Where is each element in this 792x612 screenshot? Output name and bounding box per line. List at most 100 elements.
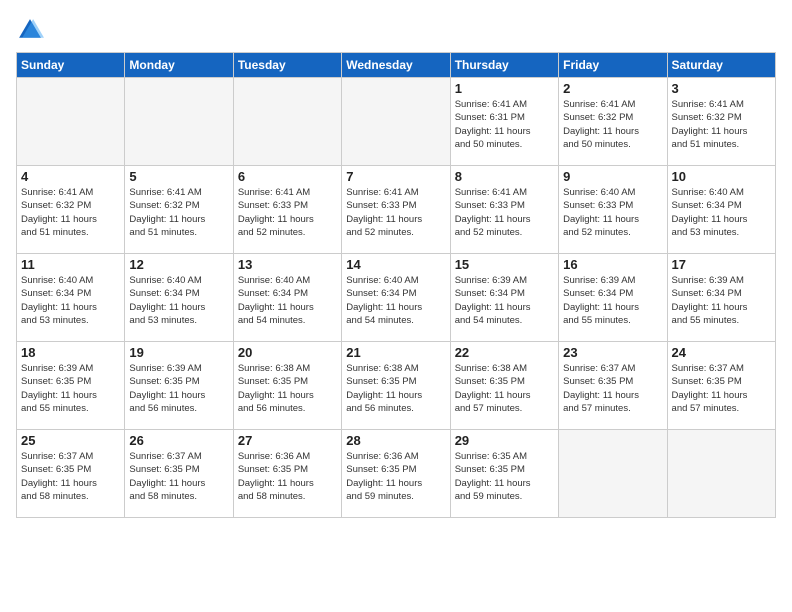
day-info: Sunrise: 6:39 AMSunset: 6:34 PMDaylight:… — [455, 274, 554, 327]
week-row: 18 Sunrise: 6:39 AMSunset: 6:35 PMDayligh… — [17, 342, 776, 430]
day-info: Sunrise: 6:41 AMSunset: 6:32 PMDaylight:… — [129, 186, 228, 239]
day-number: 28 — [346, 433, 445, 448]
day-info: Sunrise: 6:41 AMSunset: 6:32 PMDaylight:… — [21, 186, 120, 239]
day-number: 2 — [563, 81, 662, 96]
day-cell: 27Sunrise: 6:36 AMSunset: 6:35 PMDayligh… — [233, 430, 341, 518]
day-cell: 24 Sunrise: 6:37 AMSunset: 6:35 PMDayligh… — [667, 342, 775, 430]
weekday-row: SundayMondayTuesdayWednesdayThursdayFrid… — [17, 53, 776, 78]
day-number: 22 — [455, 345, 554, 360]
day-cell: 8 Sunrise: 6:41 AMSunset: 6:33 PMDaylight… — [450, 166, 558, 254]
day-info: Sunrise: 6:39 AMSunset: 6:35 PMDaylight:… — [21, 362, 120, 415]
day-number: 7 — [346, 169, 445, 184]
day-number: 11 — [21, 257, 120, 272]
day-info: Sunrise: 6:41 AMSunset: 6:31 PMDaylight:… — [455, 98, 554, 151]
day-number: 25 — [21, 433, 120, 448]
day-cell: 12 Sunrise: 6:40 AMSunset: 6:34 PMDayligh… — [125, 254, 233, 342]
week-row: 4 Sunrise: 6:41 AMSunset: 6:32 PMDaylight… — [17, 166, 776, 254]
day-cell: 17 Sunrise: 6:39 AMSunset: 6:34 PMDayligh… — [667, 254, 775, 342]
day-number: 18 — [21, 345, 120, 360]
day-info: Sunrise: 6:36 AMSunset: 6:35 PMDaylight:… — [238, 450, 337, 503]
day-info: Sunrise: 6:41 AMSunset: 6:32 PMDaylight:… — [672, 98, 771, 151]
day-info: Sunrise: 6:37 AMSunset: 6:35 PMDaylight:… — [563, 362, 662, 415]
day-info: Sunrise: 6:41 AMSunset: 6:33 PMDaylight:… — [238, 186, 337, 239]
day-number: 1 — [455, 81, 554, 96]
empty-cell — [667, 430, 775, 518]
day-info: Sunrise: 6:40 AMSunset: 6:33 PMDaylight:… — [563, 186, 662, 239]
day-cell: 19 Sunrise: 6:39 AMSunset: 6:35 PMDayligh… — [125, 342, 233, 430]
day-info: Sunrise: 6:39 AMSunset: 6:35 PMDaylight:… — [129, 362, 228, 415]
day-cell: 23 Sunrise: 6:37 AMSunset: 6:35 PMDayligh… — [559, 342, 667, 430]
day-cell: 28 Sunrise: 6:36 AMSunset: 6:35 PMDayligh… — [342, 430, 450, 518]
day-number: 12 — [129, 257, 228, 272]
day-info: Sunrise: 6:40 AMSunset: 6:34 PMDaylight:… — [21, 274, 120, 327]
day-cell: 7 Sunrise: 6:41 AMSunset: 6:33 PMDaylight… — [342, 166, 450, 254]
day-info: Sunrise: 6:36 AMSunset: 6:35 PMDaylight:… — [346, 450, 445, 503]
weekday-header-monday: Monday — [125, 53, 233, 78]
empty-cell — [559, 430, 667, 518]
day-cell: 6 Sunrise: 6:41 AMSunset: 6:33 PMDaylight… — [233, 166, 341, 254]
day-number: 6 — [238, 169, 337, 184]
day-number: 19 — [129, 345, 228, 360]
day-number: 5 — [129, 169, 228, 184]
day-number: 13 — [238, 257, 337, 272]
page: SundayMondayTuesdayWednesdayThursdayFrid… — [0, 0, 792, 612]
day-number: 24 — [672, 345, 771, 360]
day-cell: 25Sunrise: 6:37 AMSunset: 6:35 PMDayligh… — [17, 430, 125, 518]
day-cell: 3 Sunrise: 6:41 AMSunset: 6:32 PMDaylight… — [667, 78, 775, 166]
week-row: 11 Sunrise: 6:40 AMSunset: 6:34 PMDayligh… — [17, 254, 776, 342]
day-info: Sunrise: 6:38 AMSunset: 6:35 PMDaylight:… — [346, 362, 445, 415]
day-cell: 14 Sunrise: 6:40 AMSunset: 6:34 PMDayligh… — [342, 254, 450, 342]
day-cell: 11 Sunrise: 6:40 AMSunset: 6:34 PMDayligh… — [17, 254, 125, 342]
weekday-header-tuesday: Tuesday — [233, 53, 341, 78]
header — [16, 16, 776, 44]
day-info: Sunrise: 6:40 AMSunset: 6:34 PMDaylight:… — [346, 274, 445, 327]
empty-cell — [233, 78, 341, 166]
day-cell: 9 Sunrise: 6:40 AMSunset: 6:33 PMDaylight… — [559, 166, 667, 254]
day-cell: 4 Sunrise: 6:41 AMSunset: 6:32 PMDaylight… — [17, 166, 125, 254]
day-info: Sunrise: 6:41 AMSunset: 6:33 PMDaylight:… — [346, 186, 445, 239]
day-info: Sunrise: 6:40 AMSunset: 6:34 PMDaylight:… — [672, 186, 771, 239]
day-cell: 13Sunrise: 6:40 AMSunset: 6:34 PMDayligh… — [233, 254, 341, 342]
day-number: 23 — [563, 345, 662, 360]
day-info: Sunrise: 6:39 AMSunset: 6:34 PMDaylight:… — [672, 274, 771, 327]
day-info: Sunrise: 6:41 AMSunset: 6:32 PMDaylight:… — [563, 98, 662, 151]
day-info: Sunrise: 6:35 AMSunset: 6:35 PMDaylight:… — [455, 450, 554, 503]
day-number: 10 — [672, 169, 771, 184]
day-cell: 20 Sunrise: 6:38 AMSunset: 6:35 PMDayligh… — [233, 342, 341, 430]
day-cell: 10 Sunrise: 6:40 AMSunset: 6:34 PMDayligh… — [667, 166, 775, 254]
day-number: 3 — [672, 81, 771, 96]
day-info: Sunrise: 6:38 AMSunset: 6:35 PMDaylight:… — [238, 362, 337, 415]
logo — [16, 16, 48, 44]
day-number: 8 — [455, 169, 554, 184]
day-info: Sunrise: 6:40 AMSunset: 6:34 PMDaylight:… — [129, 274, 228, 327]
day-info: Sunrise: 6:39 AMSunset: 6:34 PMDaylight:… — [563, 274, 662, 327]
calendar: SundayMondayTuesdayWednesdayThursdayFrid… — [16, 52, 776, 518]
day-info: Sunrise: 6:38 AMSunset: 6:35 PMDaylight:… — [455, 362, 554, 415]
day-number: 16 — [563, 257, 662, 272]
empty-cell — [125, 78, 233, 166]
day-number: 20 — [238, 345, 337, 360]
day-number: 17 — [672, 257, 771, 272]
day-number: 14 — [346, 257, 445, 272]
empty-cell — [17, 78, 125, 166]
day-info: Sunrise: 6:37 AMSunset: 6:35 PMDaylight:… — [672, 362, 771, 415]
calendar-body: 1 Sunrise: 6:41 AMSunset: 6:31 PMDaylight… — [17, 78, 776, 518]
day-number: 15 — [455, 257, 554, 272]
day-cell: 18 Sunrise: 6:39 AMSunset: 6:35 PMDayligh… — [17, 342, 125, 430]
day-cell: 21 Sunrise: 6:38 AMSunset: 6:35 PMDayligh… — [342, 342, 450, 430]
day-cell: 26Sunrise: 6:37 AMSunset: 6:35 PMDayligh… — [125, 430, 233, 518]
weekday-header-sunday: Sunday — [17, 53, 125, 78]
day-cell: 16 Sunrise: 6:39 AMSunset: 6:34 PMDayligh… — [559, 254, 667, 342]
weekday-header-friday: Friday — [559, 53, 667, 78]
day-number: 21 — [346, 345, 445, 360]
day-cell: 5 Sunrise: 6:41 AMSunset: 6:32 PMDaylight… — [125, 166, 233, 254]
weekday-header-thursday: Thursday — [450, 53, 558, 78]
day-number: 9 — [563, 169, 662, 184]
day-number: 4 — [21, 169, 120, 184]
day-cell: 2 Sunrise: 6:41 AMSunset: 6:32 PMDaylight… — [559, 78, 667, 166]
day-cell: 15 Sunrise: 6:39 AMSunset: 6:34 PMDayligh… — [450, 254, 558, 342]
week-row: 25Sunrise: 6:37 AMSunset: 6:35 PMDayligh… — [17, 430, 776, 518]
day-info: Sunrise: 6:41 AMSunset: 6:33 PMDaylight:… — [455, 186, 554, 239]
empty-cell — [342, 78, 450, 166]
calendar-header: SundayMondayTuesdayWednesdayThursdayFrid… — [17, 53, 776, 78]
